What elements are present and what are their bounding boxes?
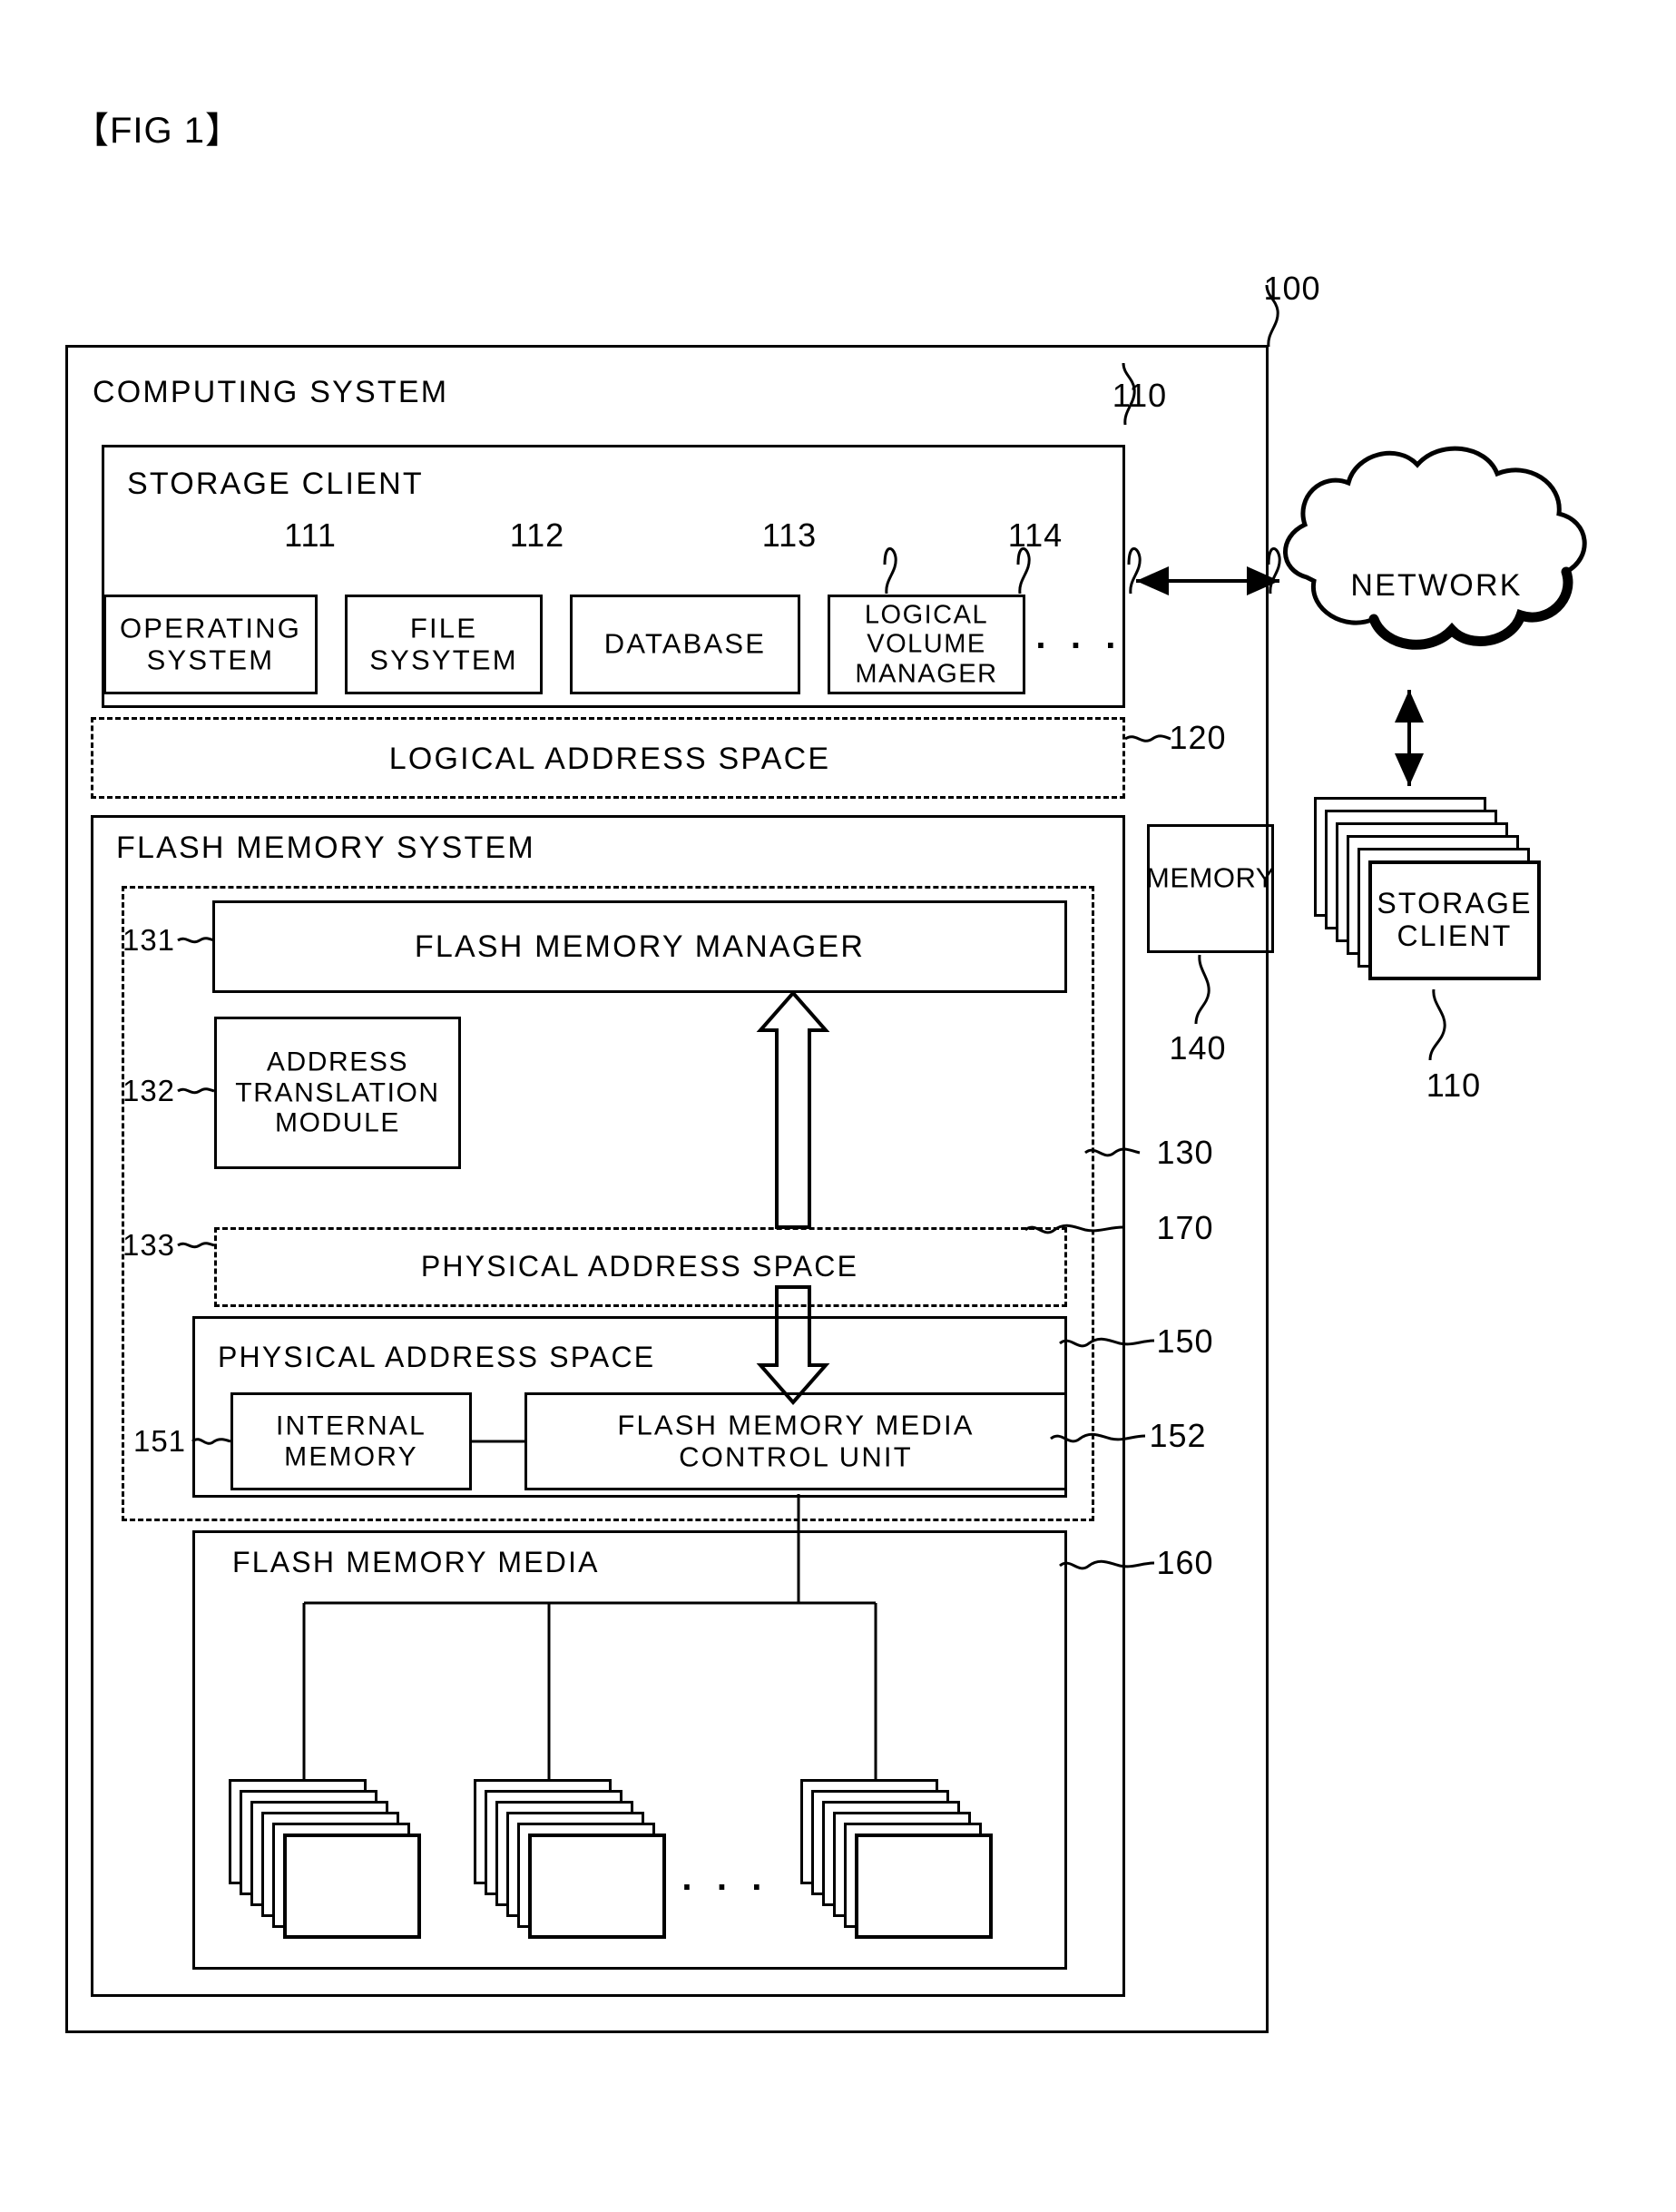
atm-line-2: TRANSLATION — [235, 1077, 440, 1108]
address-translation-module-label: ADDRESS TRANSLATION MODULE — [235, 1047, 439, 1139]
ref-113: 113 — [761, 516, 818, 554]
lvm-line-3: MANAGER — [855, 659, 998, 689]
file-system-label: FILE SYSYTEM — [369, 612, 518, 675]
lvm-line-1: LOGICAL — [864, 600, 989, 630]
ref-133: 133 — [122, 1228, 176, 1262]
database-label: DATABASE — [603, 627, 767, 660]
ref-152: 152 — [1149, 1417, 1207, 1454]
file-system-line-2: SYSYTEM — [369, 644, 518, 675]
figure-canvas: 【FIG 1】 COMPUTING SYSTEM 100 STORAGE CLI… — [0, 0, 1676, 2212]
fmmcu-line-2: CONTROL UNIT — [679, 1440, 913, 1472]
ref-150: 150 — [1156, 1322, 1214, 1360]
ref-170: 170 — [1156, 1209, 1214, 1246]
logical-address-space-label: LOGICAL ADDRESS SPACE — [388, 741, 831, 776]
internal-memory-line-2: MEMORY — [284, 1441, 418, 1471]
operating-system-line-1: OPERATING — [119, 612, 302, 644]
flash-memory-media-control-unit-label: FLASH MEMORY MEDIA CONTROL UNIT — [617, 1409, 975, 1472]
internal-memory-label: INTERNAL MEMORY — [276, 1411, 426, 1471]
ref-151: 151 — [132, 1424, 187, 1458]
remote-client-line-1: STORAGE — [1377, 887, 1533, 920]
ref-110-remote: 110 — [1426, 1067, 1482, 1104]
flash-memory-media-label: FLASH MEMORY MEDIA — [232, 1546, 600, 1579]
memory-label: MEMORY — [1146, 861, 1275, 894]
ref-114: 114 — [1007, 516, 1063, 554]
lvm-line-2: VOLUME — [867, 629, 986, 659]
file-system-line-1: FILE — [409, 612, 478, 644]
atm-line-1: ADDRESS — [266, 1047, 409, 1077]
fmmcu-line-1: FLASH MEMORY MEDIA — [617, 1409, 975, 1441]
internal-memory-line-1: INTERNAL — [276, 1411, 426, 1441]
ref-131: 131 — [122, 923, 176, 957]
ref-132: 132 — [122, 1074, 176, 1107]
flash-memory-manager-label: FLASH MEMORY MANAGER — [414, 929, 866, 964]
operating-system-label: OPERATING SYSTEM — [119, 612, 302, 675]
remote-client-line-2: CLIENT — [1397, 919, 1513, 952]
network-label: NETWORK — [1350, 567, 1523, 603]
physical-address-space-solid-label: PHYSICAL ADDRESS SPACE — [218, 1341, 656, 1374]
operating-system-line-2: SYSTEM — [146, 644, 275, 675]
computing-system-label: COMPUTING SYSTEM — [93, 374, 449, 409]
flash-chip-stack-ellipsis: · · · — [681, 1867, 770, 1908]
figure-title: 【FIG 1】 — [73, 111, 243, 151]
flash-memory-system-label: FLASH MEMORY SYSTEM — [116, 830, 535, 865]
ref-120: 120 — [1169, 719, 1227, 756]
logical-volume-manager-label: LOGICAL VOLUME MANAGER — [855, 600, 997, 688]
flash-chip-front — [283, 1834, 421, 1939]
ref-110-storage-client: 110 — [1112, 377, 1168, 414]
ref-112: 112 — [509, 516, 565, 554]
ref-130: 130 — [1156, 1134, 1214, 1171]
physical-address-space-dashed-label: PHYSICAL ADDRESS SPACE — [420, 1250, 859, 1283]
storage-client-ellipsis: · · · — [1035, 625, 1124, 666]
ref-160: 160 — [1156, 1544, 1214, 1581]
ref-111: 111 — [284, 516, 337, 554]
storage-client-label: STORAGE CLIENT — [127, 466, 424, 501]
ref-140: 140 — [1169, 1029, 1227, 1067]
ref-100: 100 — [1263, 270, 1321, 307]
atm-line-3: MODULE — [275, 1107, 400, 1138]
flash-chip-front — [528, 1834, 666, 1939]
flash-chip-front — [855, 1834, 993, 1939]
remote-storage-client-label: STORAGE CLIENT — [1377, 887, 1533, 953]
